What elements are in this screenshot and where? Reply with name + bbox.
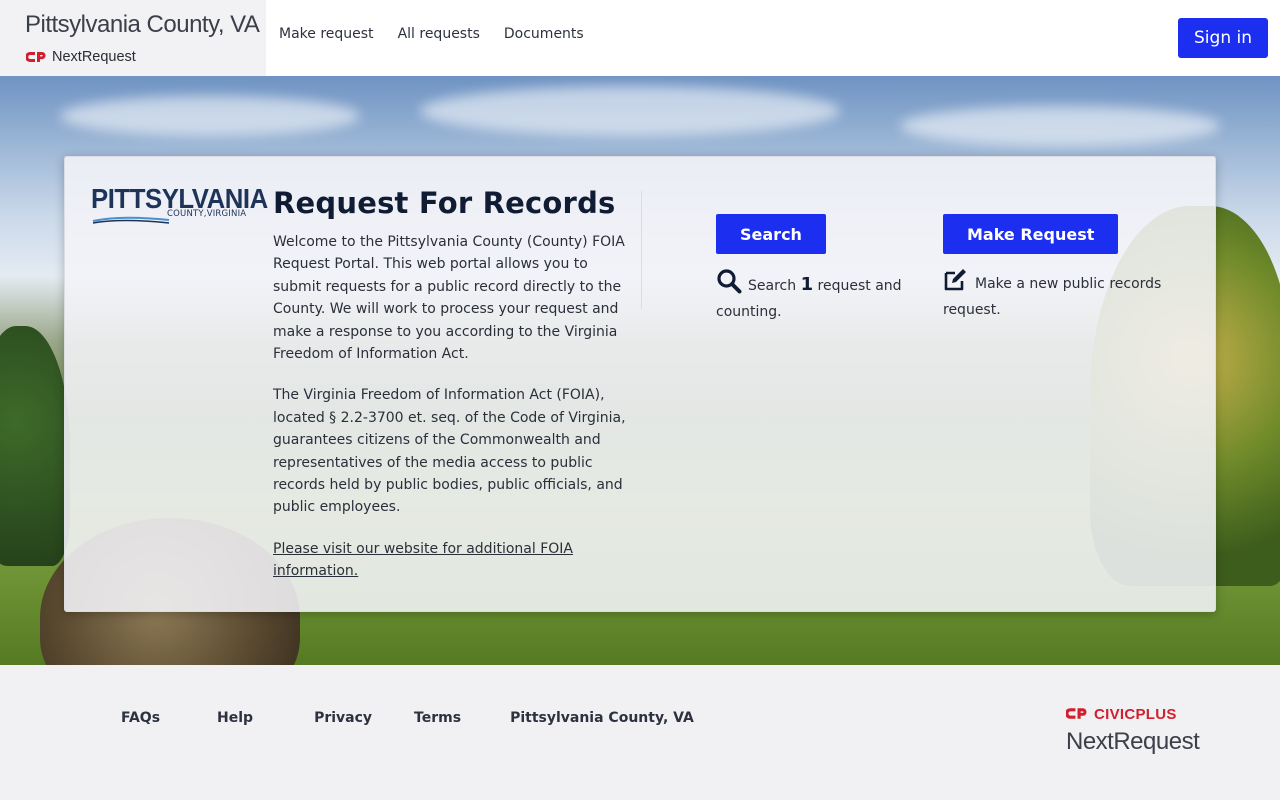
tree-shape <box>0 326 70 566</box>
make-request-action: Make Request Make a new public records r… <box>943 214 1173 321</box>
nav-all-requests[interactable]: All requests <box>398 26 480 42</box>
nav-make-request[interactable]: Make request <box>279 26 374 42</box>
product-name: NextRequest <box>52 49 136 65</box>
search-description: Search 1 request and counting. <box>716 268 916 323</box>
intro-text: Welcome to the Pittsylvania County (Coun… <box>273 231 629 602</box>
civicplus-logo-icon <box>1064 705 1088 724</box>
civicplus-brand[interactable]: CIVICPLUS NextRequest <box>1064 705 1200 756</box>
nav-documents[interactable]: Documents <box>504 26 584 42</box>
nextrequest-brand: NextRequest <box>26 49 136 65</box>
logo-swoosh-icon <box>92 216 170 224</box>
make-request-button[interactable]: Make Request <box>943 214 1119 254</box>
page-title: Request For Records <box>273 186 616 220</box>
make-request-description: Make a new public records request. <box>943 268 1173 321</box>
cloud-shape <box>900 106 1220 146</box>
footer-link-privacy[interactable]: Privacy <box>314 710 372 726</box>
intro-paragraph: Welcome to the Pittsylvania County (Coun… <box>273 234 625 363</box>
footer-link-terms[interactable]: Terms <box>414 710 461 726</box>
request-count: 1 <box>800 274 814 295</box>
foia-website-link[interactable]: Please visit our website for additional … <box>273 541 573 579</box>
foia-paragraph: The Virginia Freedom of Information Act … <box>273 387 626 516</box>
county-logo: PITTSYLVANIA COUNTY,VIRGINIA <box>91 185 268 225</box>
footer-link-faqs[interactable]: FAQs <box>121 710 160 726</box>
footer-link-county[interactable]: Pittsylvania County, VA <box>510 710 694 726</box>
column-divider <box>641 191 642 309</box>
request-records-card: PITTSYLVANIA COUNTY,VIRGINIA Request For… <box>64 156 1216 612</box>
footer-link-help[interactable]: Help <box>217 710 253 726</box>
search-icon <box>716 268 742 301</box>
make-request-desc-text: Make a new public records request. <box>943 276 1162 318</box>
brand-block[interactable]: Pittsylvania County, VA NextRequest <box>0 0 266 76</box>
cloud-shape <box>420 86 840 136</box>
search-desc-prefix: Search <box>748 278 797 294</box>
county-logo-tagline: COUNTY,VIRGINIA <box>167 209 247 219</box>
search-button[interactable]: Search <box>716 214 826 254</box>
cloud-shape <box>60 96 360 136</box>
footer-links: FAQs Help Privacy Terms Pittsylvania Cou… <box>121 710 694 726</box>
civicplus-logo-icon <box>26 51 47 63</box>
search-action: Search Search 1 request and counting. <box>716 214 916 323</box>
main-nav: Make request All requests Documents <box>279 26 584 42</box>
nextrequest-wordmark: NextRequest <box>1066 728 1200 755</box>
sign-in-button[interactable]: Sign in <box>1178 18 1268 58</box>
footer: FAQs Help Privacy Terms Pittsylvania Cou… <box>0 665 1280 800</box>
edit-icon <box>943 268 969 299</box>
org-title[interactable]: Pittsylvania County, VA <box>25 11 260 39</box>
top-navbar: Pittsylvania County, VA NextRequest Make… <box>0 0 1280 76</box>
civicplus-wordmark: CIVICPLUS <box>1094 706 1177 723</box>
